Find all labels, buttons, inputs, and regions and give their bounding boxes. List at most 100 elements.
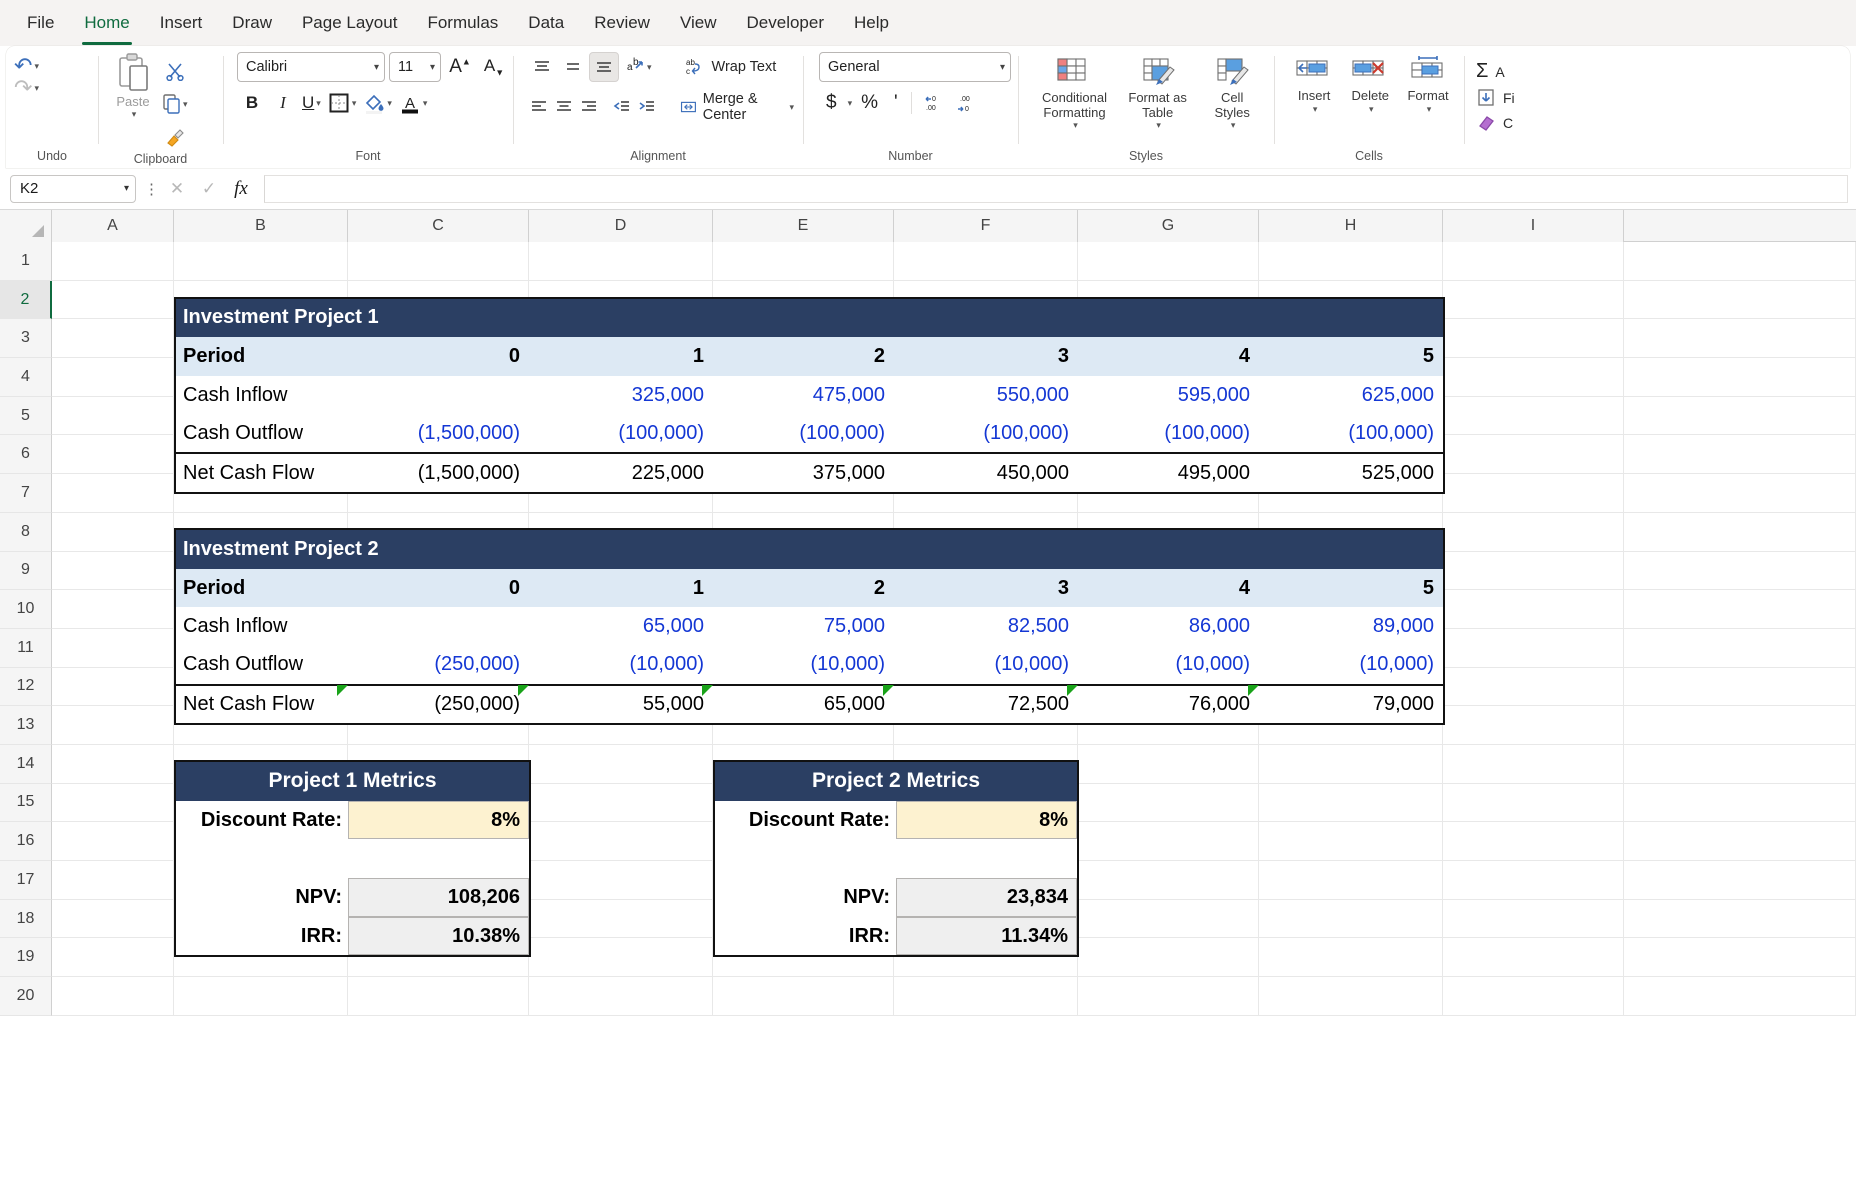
tab-data[interactable]: Data — [515, 5, 577, 42]
project2-period-2[interactable]: 2 — [713, 568, 894, 608]
column-header-a[interactable]: A — [52, 210, 174, 242]
project2-period-4[interactable]: 4 — [1078, 568, 1259, 608]
cut-button[interactable] — [160, 56, 190, 86]
project1-cash-inflow-1[interactable]: 325,000 — [529, 376, 713, 415]
project2-cash-inflow-4[interactable]: 86,000 — [1078, 607, 1259, 646]
tab-developer[interactable]: Developer — [734, 5, 838, 42]
undo-button[interactable]: ↶ ▾ — [14, 55, 39, 77]
cell-styles-button[interactable]: Cell Styles ▾ — [1198, 52, 1266, 134]
project2-cash-outflow-4[interactable]: (10,000) — [1078, 646, 1259, 685]
align-middle-button[interactable] — [558, 52, 588, 82]
column-header-e[interactable]: E — [713, 210, 894, 242]
project1-period-3[interactable]: 3 — [894, 337, 1078, 376]
column-header-h[interactable]: H — [1259, 210, 1443, 242]
chevron-down-icon[interactable]: ▾ — [790, 102, 795, 113]
align-top-button[interactable] — [527, 52, 557, 82]
decrease-font-size-button[interactable]: A▼ — [479, 52, 509, 82]
project1-period-1[interactable]: 1 — [529, 337, 713, 376]
merge-center-button[interactable]: Merge & Center ▾ — [674, 88, 800, 126]
project1-net-cash-flow-4[interactable]: 495,000 — [1078, 452, 1259, 492]
row-header-13[interactable]: 13 — [0, 706, 52, 745]
project2-cash-outflow-2[interactable]: (10,000) — [713, 646, 894, 685]
row-header-19[interactable]: 19 — [0, 938, 52, 978]
comment-indicator-icon[interactable] — [883, 685, 894, 696]
borders-button[interactable]: ▾ — [325, 88, 360, 118]
chevron-down-icon[interactable]: ▾ — [316, 98, 321, 109]
project2-net-cash-flow-5[interactable]: 79,000 — [1259, 683, 1443, 724]
row-header-10[interactable]: 10 — [0, 590, 52, 629]
chevron-down-icon[interactable]: ▾ — [1313, 104, 1318, 115]
project2-period-0[interactable]: 0 — [348, 568, 529, 608]
row-header-5[interactable]: 5 — [0, 396, 52, 436]
tab-home[interactable]: Home — [71, 5, 142, 45]
column-header-f[interactable]: F — [894, 210, 1078, 242]
insert-cells-button[interactable]: Insert ▾ — [1288, 52, 1340, 118]
project1-discount-rate-value[interactable]: 8% — [348, 800, 529, 840]
project1-cash-outflow-5[interactable]: (100,000) — [1259, 415, 1443, 454]
project1-cash-outflow-4[interactable]: (100,000) — [1078, 415, 1259, 454]
tab-insert[interactable]: Insert — [147, 5, 216, 42]
increase-indent-button[interactable] — [635, 92, 659, 122]
row-header-3[interactable]: 3 — [0, 319, 52, 359]
copy-button[interactable]: ▾ — [160, 89, 191, 119]
row-header-9[interactable]: 9 — [0, 551, 52, 591]
enter-button[interactable]: ✓ — [194, 175, 224, 203]
chevron-down-icon[interactable]: ▾ — [1156, 120, 1161, 131]
column-header-c[interactable]: C — [348, 210, 529, 242]
chevron-down-icon[interactable]: ▾ — [848, 98, 853, 109]
comment-indicator-icon[interactable] — [1248, 685, 1259, 696]
chevron-down-icon[interactable]: ▾ — [1369, 104, 1374, 115]
column-header-g[interactable]: G — [1078, 210, 1259, 242]
chevron-down-icon[interactable]: ▾ — [387, 98, 392, 109]
chevron-down-icon[interactable]: ▾ — [1231, 120, 1236, 131]
number-format-combo[interactable]: General ▾ — [819, 52, 1011, 82]
row-header-12[interactable]: 12 — [0, 667, 52, 707]
align-bottom-button[interactable] — [589, 52, 619, 82]
align-left-button[interactable] — [527, 92, 551, 122]
project1-cash-inflow-3[interactable]: 550,000 — [894, 376, 1078, 415]
underline-button[interactable]: U ▾ — [299, 88, 324, 118]
project2-net-cash-flow-0[interactable]: (250,000) — [348, 683, 529, 724]
project1-cash-inflow-2[interactable]: 475,000 — [713, 376, 894, 415]
chevron-down-icon[interactable]: ▾ — [34, 61, 39, 72]
chevron-down-icon[interactable]: ▾ — [352, 98, 357, 109]
project1-cash-inflow-4[interactable]: 595,000 — [1078, 376, 1259, 415]
project2-cash-outflow-5[interactable]: (10,000) — [1259, 646, 1443, 685]
column-header-i[interactable]: I — [1443, 210, 1624, 242]
insert-function-button[interactable]: fx — [226, 175, 256, 203]
autosum-button[interactable]: Σ A — [1472, 58, 1519, 85]
paste-button[interactable]: Paste ▾ — [114, 52, 152, 120]
tab-draw[interactable]: Draw — [219, 5, 285, 42]
project2-irr-value[interactable]: 11.34% — [896, 916, 1077, 956]
tab-file[interactable]: File — [14, 5, 67, 42]
project1-period-4[interactable]: 4 — [1078, 337, 1259, 376]
project2-net-cash-flow-2[interactable]: 65,000 — [713, 683, 894, 724]
project1-net-cash-flow-5[interactable]: 525,000 — [1259, 452, 1443, 492]
project2-discount-rate-value[interactable]: 8% — [896, 800, 1077, 840]
increase-font-size-button[interactable]: A▲ — [445, 52, 475, 82]
cancel-button[interactable]: ✕ — [162, 175, 192, 203]
chevron-down-icon[interactable]: ▾ — [132, 109, 137, 120]
project2-npv-value[interactable]: 23,834 — [896, 878, 1077, 917]
italic-button[interactable]: I — [268, 88, 298, 118]
decrease-decimal-button[interactable]: 0 .00 — [918, 88, 948, 118]
row-header-15[interactable]: 15 — [0, 783, 52, 823]
increase-decimal-button[interactable]: .00 0 — [950, 88, 980, 118]
comment-indicator-icon[interactable] — [702, 685, 713, 696]
project1-cash-outflow-2[interactable]: (100,000) — [713, 415, 894, 454]
wrap-text-button[interactable]: ab c Wrap Text — [678, 53, 783, 81]
tab-formulas[interactable]: Formulas — [414, 5, 511, 42]
bold-button[interactable]: B — [237, 88, 267, 118]
row-header-7[interactable]: 7 — [0, 474, 52, 513]
redo-button[interactable]: ↷ ▾ — [14, 77, 39, 99]
project2-net-cash-flow-1[interactable]: 55,000 — [529, 683, 713, 724]
column-header-d[interactable]: D — [529, 210, 713, 242]
project1-cash-outflow-3[interactable]: (100,000) — [894, 415, 1078, 454]
formula-bar-menu-icon[interactable]: ⋮ — [144, 180, 159, 198]
project2-cash-inflow-2[interactable]: 75,000 — [713, 607, 894, 646]
column-header-b[interactable]: B — [174, 210, 348, 242]
row-header-14[interactable]: 14 — [0, 744, 52, 784]
project1-net-cash-flow-3[interactable]: 450,000 — [894, 452, 1078, 492]
comment-indicator-icon[interactable] — [337, 685, 348, 696]
project2-period-3[interactable]: 3 — [894, 568, 1078, 608]
